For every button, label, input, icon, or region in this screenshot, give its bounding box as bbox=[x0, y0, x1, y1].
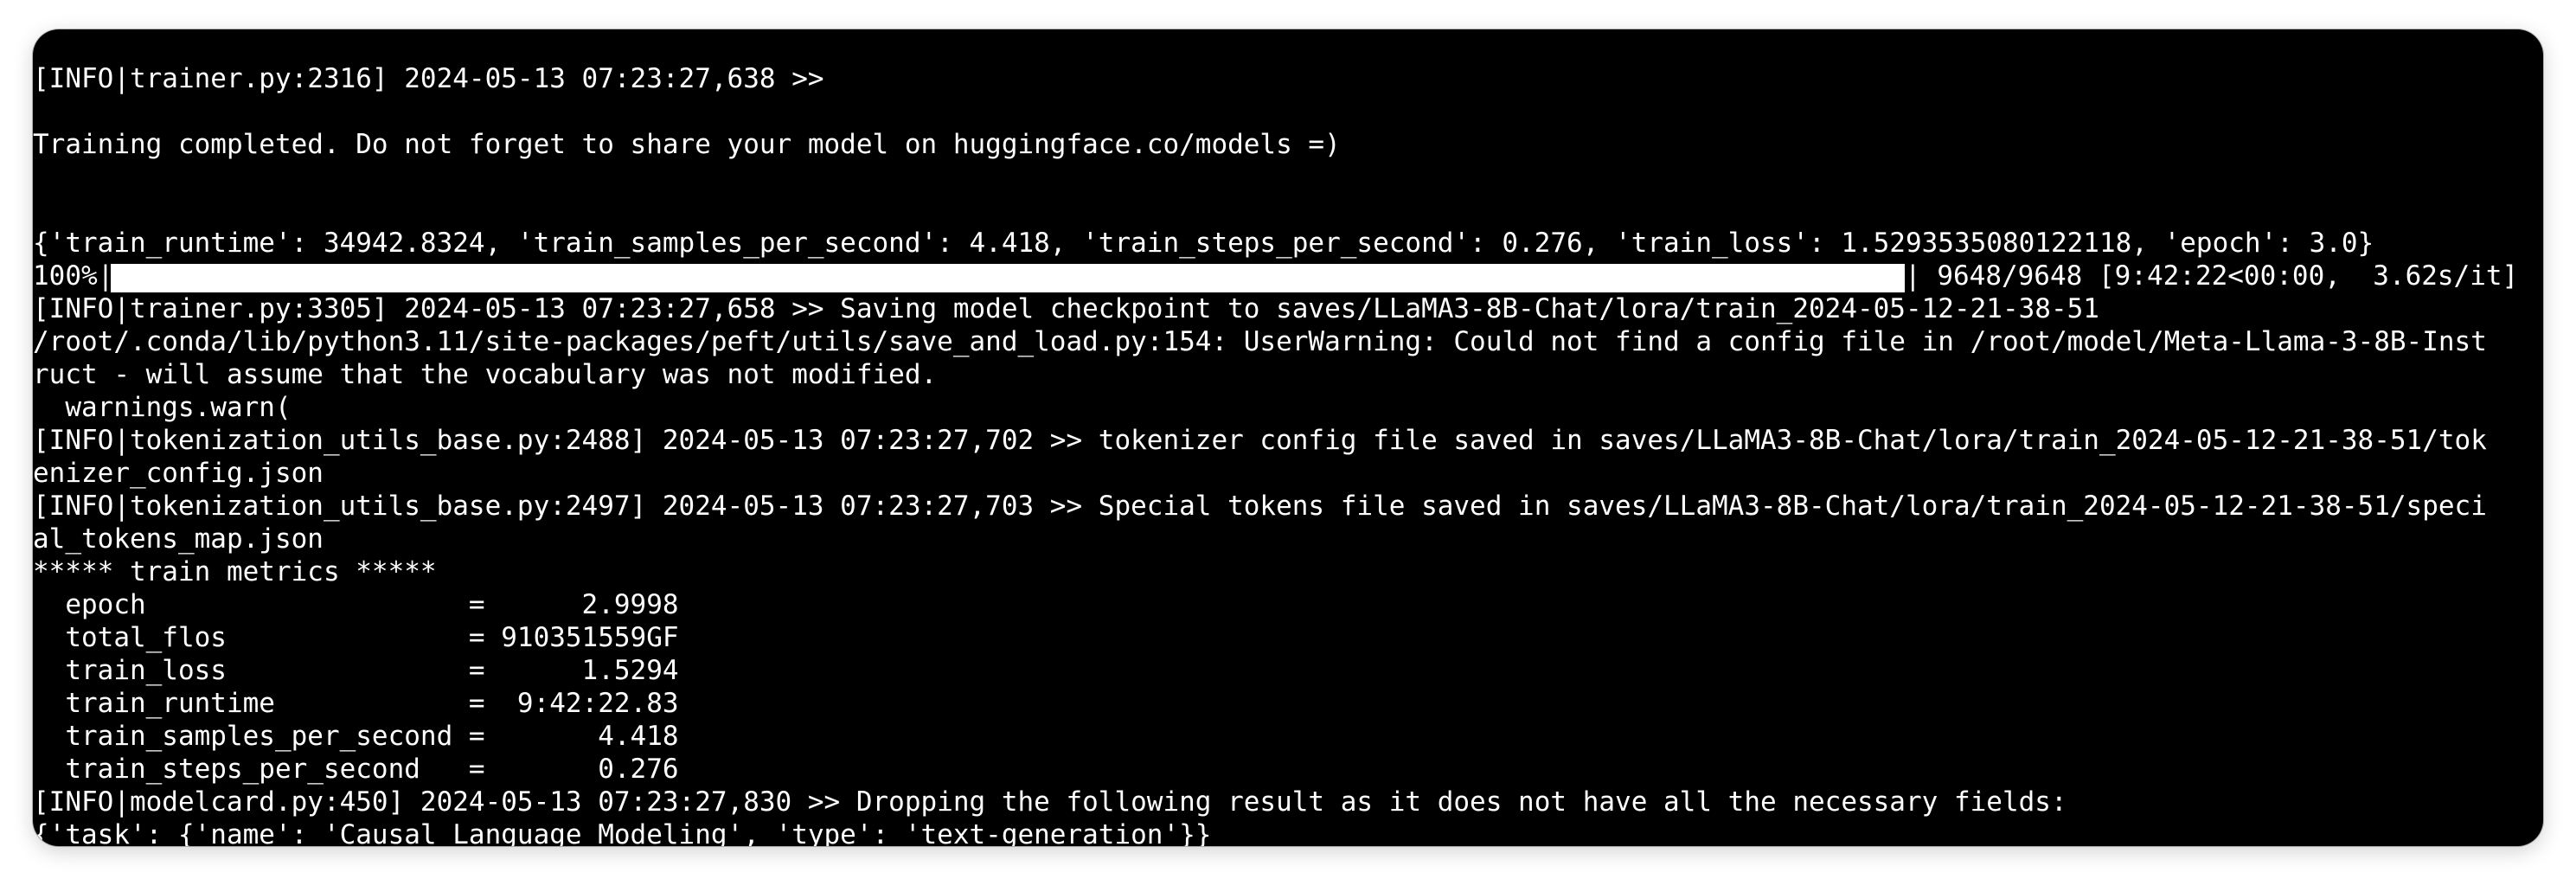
metric-total-flos: total_flos = 910351559GF bbox=[33, 622, 679, 653]
user-warning-line: /root/.conda/lib/python3.11/site-package… bbox=[33, 326, 2487, 357]
metric-train-loss: train_loss = 1.5294 bbox=[33, 655, 679, 686]
progress-bar-fill bbox=[111, 264, 1905, 292]
log-line-special-tokens: [INFO|tokenization_utils_base.py:2497] 2… bbox=[33, 491, 2487, 522]
log-line-tokenizer-config: [INFO|tokenization_utils_base.py:2488] 2… bbox=[33, 425, 2487, 456]
progress-status: | 9648/9648 [9:42:22<00:00, 3.62s/it] bbox=[1905, 260, 2519, 292]
log-line-trainer-2316: [INFO|trainer.py:2316] 2024-05-13 07:23:… bbox=[33, 63, 824, 94]
training-completed-message: Training completed. Do not forget to sha… bbox=[33, 129, 1341, 160]
metric-train-samples-per-second: train_samples_per_second = 4.418 bbox=[33, 721, 679, 752]
train-metrics-header: ***** train metrics ***** bbox=[33, 556, 437, 587]
progress-percent-label: 100%| bbox=[33, 260, 114, 292]
log-line-special-tokens-continuation: al_tokens_map.json bbox=[33, 523, 324, 555]
log-line-modelcard: [INFO|modelcard.py:450] 2024-05-13 07:23… bbox=[33, 786, 2067, 818]
terminal-output[interactable]: [INFO|trainer.py:2316] 2024-05-13 07:23:… bbox=[33, 29, 2543, 846]
dropped-result-dict: {'task': {'name': 'Causal Language Model… bbox=[33, 819, 1212, 846]
terminal-window[interactable]: [INFO|trainer.py:2316] 2024-05-13 07:23:… bbox=[33, 29, 2543, 846]
user-warning-continuation: ruct - will assume that the vocabulary w… bbox=[33, 359, 938, 390]
metric-train-steps-per-second: train_steps_per_second = 0.276 bbox=[33, 754, 679, 785]
metric-epoch: epoch = 2.9998 bbox=[33, 589, 679, 620]
progress-bar bbox=[111, 264, 1905, 292]
metric-train-runtime: train_runtime = 9:42:22.83 bbox=[33, 688, 679, 719]
log-line-save-checkpoint: [INFO|trainer.py:3305] 2024-05-13 07:23:… bbox=[33, 293, 2099, 324]
warnings-warn-line: warnings.warn( bbox=[33, 392, 292, 423]
log-line-tokenizer-config-continuation: enizer_config.json bbox=[33, 458, 324, 489]
train-summary-dict: {'train_runtime': 34942.8324, 'train_sam… bbox=[33, 228, 2374, 259]
